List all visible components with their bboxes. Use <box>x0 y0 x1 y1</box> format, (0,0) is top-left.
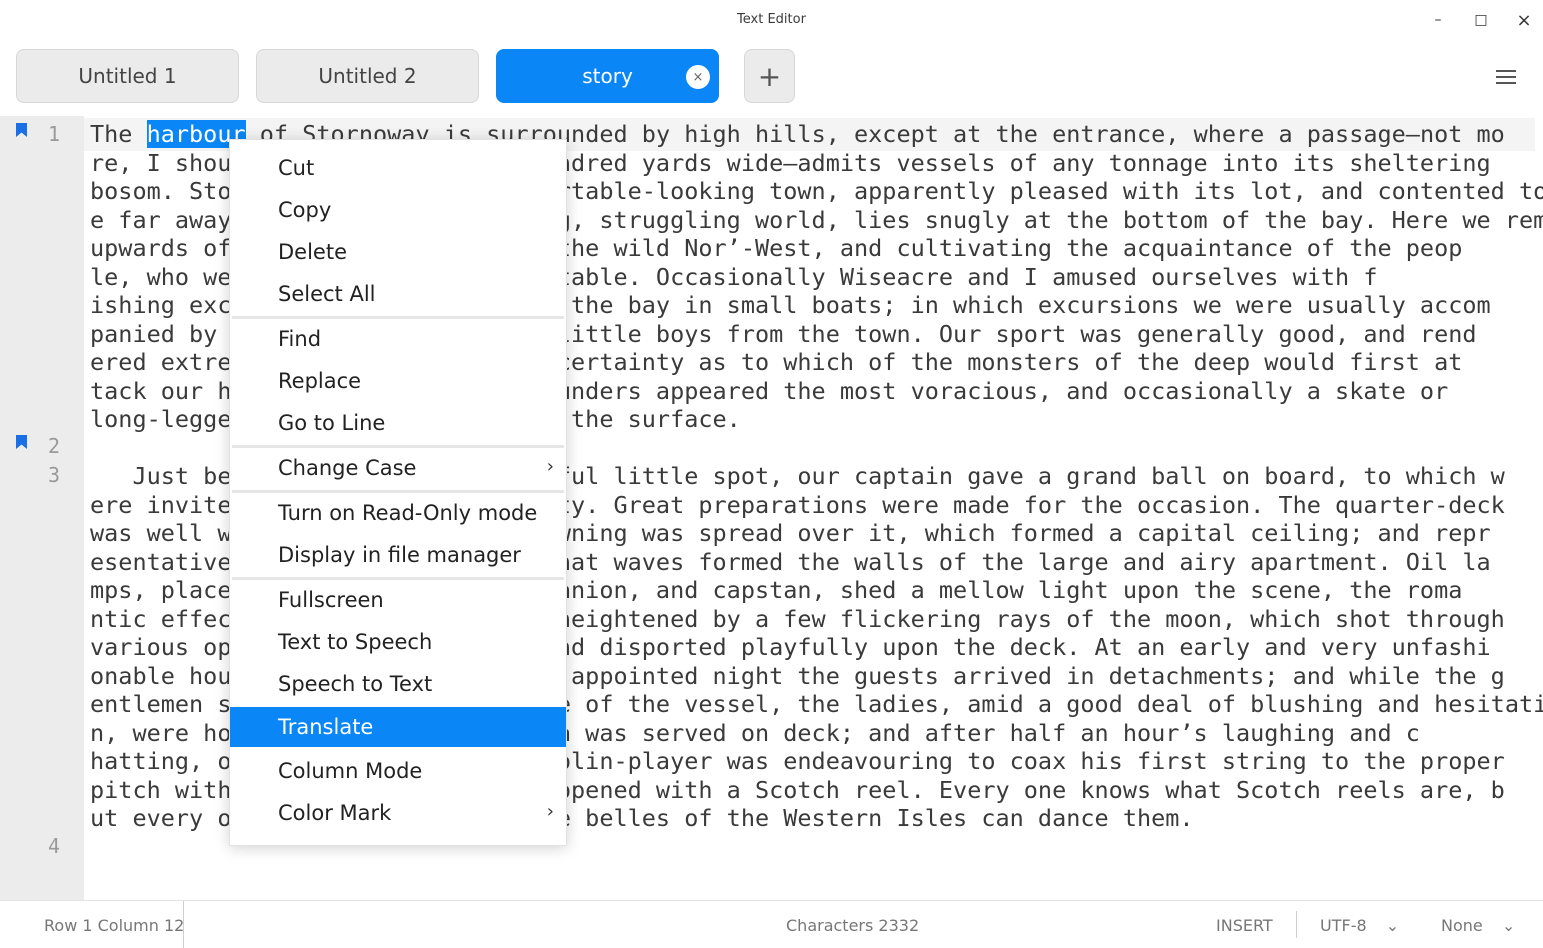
syntax-highlight-selector[interactable]: None ⌄ <box>1441 916 1515 935</box>
menu-item-fullscreen[interactable]: Fullscreen <box>230 580 566 620</box>
window-title: Text Editor <box>737 12 806 27</box>
status-bar: Row 1 Column 12 Characters 2332 INSERT U… <box>0 900 1543 948</box>
text-segment: The <box>90 120 147 148</box>
new-tab-button[interactable]: + <box>744 49 795 103</box>
tab-label: Untitled 1 <box>78 64 177 88</box>
menu-item-copy[interactable]: Copy <box>230 190 566 230</box>
tab-bar: Untitled 1 Untitled 2 story × + <box>0 40 1543 116</box>
menu-item-go-to-line[interactable]: Go to Line <box>230 403 566 443</box>
tab-untitled-1[interactable]: Untitled 1 <box>16 49 239 103</box>
context-menu: Cut Copy Delete Select All Find Replace … <box>229 139 567 846</box>
line-number-gutter: 1 2 3 4 <box>0 116 84 900</box>
line-number: 2 <box>47 434 60 458</box>
tab-close-icon[interactable]: × <box>686 65 710 89</box>
menu-item-delete[interactable]: Delete <box>230 232 566 272</box>
line-number: 3 <box>47 463 60 487</box>
submenu-arrow-icon: › <box>546 456 554 477</box>
title-bar: Text Editor – □ × <box>0 0 1543 41</box>
menu-item-label: Change Case <box>278 456 417 480</box>
menu-item-replace[interactable]: Replace <box>230 361 566 401</box>
tab-label: story <box>582 64 633 88</box>
chevron-down-icon: ⌄ <box>1501 916 1516 935</box>
menu-item-select-all[interactable]: Select All <box>230 274 566 314</box>
tab-untitled-2[interactable]: Untitled 2 <box>256 49 479 103</box>
tab-label: Untitled 2 <box>318 64 417 88</box>
tab-story[interactable]: story × <box>496 49 719 103</box>
line-number: 1 <box>47 122 60 146</box>
menu-item-color-mark[interactable]: Color Mark › <box>230 793 566 833</box>
menu-item-speech-to-text[interactable]: Speech to Text <box>230 664 566 704</box>
status-divider <box>183 901 184 948</box>
cursor-position: Row 1 Column 12 <box>44 916 185 935</box>
menu-item-label: Color Mark <box>278 801 392 825</box>
edit-mode[interactable]: INSERT <box>1216 916 1273 935</box>
menu-item-change-case[interactable]: Change Case › <box>230 448 566 488</box>
menu-item-column-mode[interactable]: Column Mode <box>230 751 566 791</box>
close-window-button[interactable]: × <box>1511 8 1537 32</box>
chevron-down-icon: ⌄ <box>1385 916 1400 935</box>
highlight-label: None <box>1441 916 1483 935</box>
minimize-button[interactable]: – <box>1425 8 1451 32</box>
menu-item-read-only[interactable]: Turn on Read-Only mode <box>230 493 566 533</box>
character-count: Characters 2332 <box>786 916 920 935</box>
maximize-button[interactable]: □ <box>1468 8 1494 32</box>
menu-item-text-to-speech[interactable]: Text to Speech <box>230 622 566 662</box>
status-divider <box>1296 911 1297 938</box>
menu-item-cut[interactable]: Cut <box>230 148 566 188</box>
encoding-label: UTF-8 <box>1320 916 1367 935</box>
menu-item-display-in-file-manager[interactable]: Display in file manager <box>230 535 566 575</box>
hamburger-menu-icon[interactable] <box>1494 66 1518 90</box>
line-number: 4 <box>47 834 60 858</box>
encoding-selector[interactable]: UTF-8 ⌄ <box>1320 916 1399 935</box>
menu-item-translate[interactable]: Translate <box>230 707 566 747</box>
submenu-arrow-icon: › <box>546 801 554 822</box>
menu-item-find[interactable]: Find <box>230 319 566 359</box>
